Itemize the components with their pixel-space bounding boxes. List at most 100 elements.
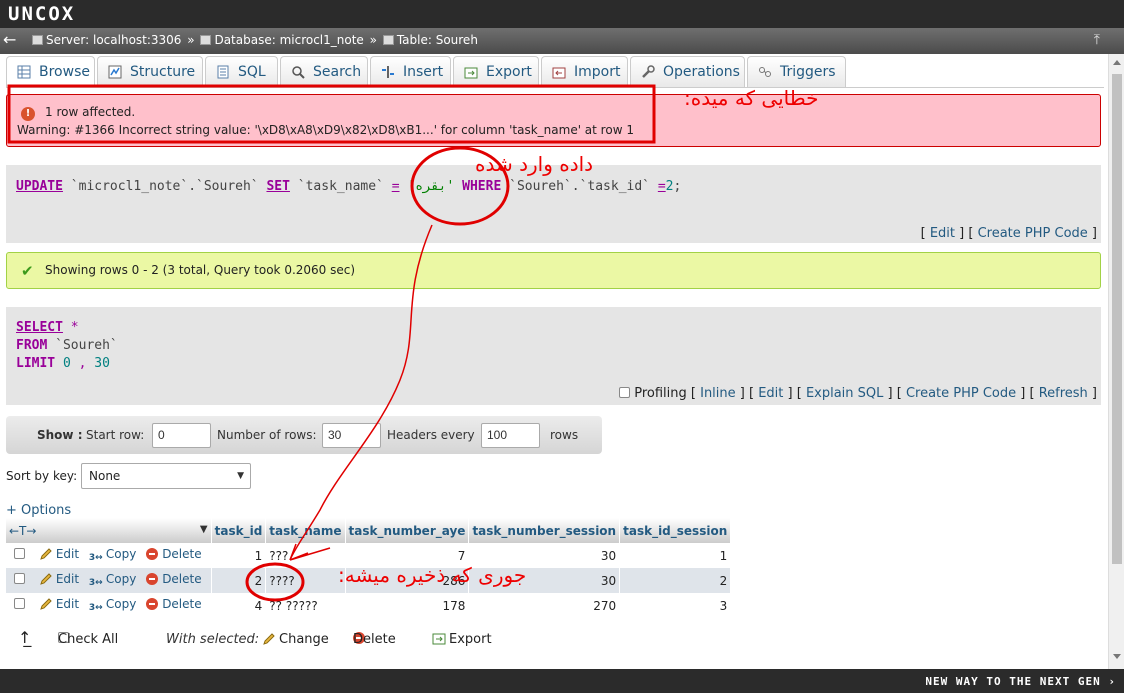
breadcrumb-table[interactable]: Table: Soureh <box>397 33 478 47</box>
delete-row-button[interactable]: Delete <box>146 572 202 586</box>
column-header-task-number-aye[interactable]: task_number_aye <box>345 518 470 543</box>
annotation-error-note: خطایی که میده: <box>684 86 819 110</box>
cell-task-number-aye[interactable]: 178 <box>345 593 470 618</box>
cell-task-id-session[interactable]: 1 <box>619 543 732 568</box>
sort-arrow-icon[interactable]: ▼ <box>200 524 208 535</box>
tab-structure[interactable]: Structure <box>97 56 203 88</box>
column-header-task-number-session[interactable]: task_number_session <box>468 518 621 543</box>
copy-icon: 3↔ <box>88 602 103 613</box>
top-brand-bar: UNCOX <box>0 0 1124 28</box>
check-all-label: Check All <box>58 632 119 647</box>
row-checkbox[interactable] <box>14 547 25 559</box>
edit-link[interactable]: Edit <box>758 386 783 401</box>
cell-task-number-session[interactable]: 270 <box>468 593 621 618</box>
options-link[interactable]: + Options <box>6 503 71 518</box>
create-php-link[interactable]: Create PHP Code <box>906 386 1016 401</box>
copy-row-button[interactable]: 3↔ Copy <box>89 547 136 563</box>
copy-icon: 3↔ <box>88 577 103 588</box>
page-scrollbar[interactable] <box>1108 54 1124 669</box>
bottom-brand-bar: NEW WAY TO THE NEXT GEN › <box>0 669 1124 693</box>
pencil-icon <box>263 633 275 645</box>
edit-row-button[interactable]: Edit <box>39 547 79 561</box>
export-selected-button[interactable]: Export <box>432 632 492 647</box>
refresh-link[interactable]: Refresh <box>1039 386 1088 401</box>
inline-link[interactable]: Inline <box>700 386 736 401</box>
cell-task-id-session[interactable]: 2 <box>619 568 732 593</box>
pencil-icon <box>40 572 52 585</box>
column-header-task-name[interactable]: task_name <box>265 518 346 543</box>
chevron-down-icon: ▼ <box>237 471 244 481</box>
tab-insert[interactable]: Insert <box>370 56 451 88</box>
server-icon <box>32 35 43 45</box>
change-button[interactable]: Change <box>262 632 329 647</box>
edit-query-link[interactable]: Edit <box>930 226 955 241</box>
create-php-code-link[interactable]: Create PHP Code <box>978 226 1088 241</box>
breadcrumb-database[interactable]: Database: microcl1_note <box>214 33 363 47</box>
show-label: Show : <box>37 428 83 442</box>
database-icon <box>200 35 212 45</box>
scroll-up-icon[interactable] <box>1113 60 1121 65</box>
table-nav-header: ←T→ ▼ <box>6 518 212 543</box>
cell-task-id[interactable]: 1 <box>211 543 267 568</box>
tab-browse[interactable]: Browse <box>6 56 95 88</box>
import-icon <box>552 67 566 79</box>
rows-affected-text: 1 row affected. <box>45 105 136 119</box>
cell-task-id[interactable]: 4 <box>211 593 267 618</box>
sort-key-label: Sort by key: <box>6 469 78 483</box>
tagline: NEW WAY TO THE NEXT GEN › <box>925 675 1116 688</box>
tab-export[interactable]: Export <box>453 56 539 88</box>
row-actions: Edit 3↔ Copy Delete <box>6 593 212 618</box>
select-arrow-icon: ↑̲ <box>18 628 32 647</box>
column-nav-arrows-icon[interactable]: ←T→ <box>9 524 36 538</box>
delete-row-button[interactable]: Delete <box>146 547 202 561</box>
cell-task-id-session[interactable]: 3 <box>619 593 732 618</box>
with-selected-label: With selected: <box>166 632 260 647</box>
cell-task-name[interactable]: ??? <box>265 543 346 568</box>
delete-icon <box>146 597 159 610</box>
insert-icon <box>382 66 394 78</box>
check-icon: ✔ <box>21 262 34 280</box>
tab-import[interactable]: Import <box>541 56 628 88</box>
export-icon <box>432 633 446 645</box>
delete-row-button[interactable]: Delete <box>146 597 202 611</box>
back-arrow-icon[interactable]: ← <box>3 30 16 49</box>
table-icon <box>17 65 31 79</box>
row-checkbox[interactable] <box>14 597 25 609</box>
tab-search[interactable]: Search <box>280 56 368 88</box>
delete-icon <box>146 572 159 585</box>
copy-row-button[interactable]: 3↔ Copy <box>89 597 136 613</box>
tab-triggers[interactable]: Triggers <box>747 56 846 88</box>
table-icon <box>382 35 394 45</box>
copy-row-button[interactable]: 3↔ Copy <box>89 572 136 588</box>
table-row: Edit 3↔ Copy Delete 4 ?? ????? 178 270 3 <box>6 593 732 618</box>
pencil-icon <box>40 547 52 560</box>
browser-viewport: ← Server: localhost:3306 » Database: mic… <box>0 28 1124 669</box>
headers-every-input[interactable]: 100 <box>481 423 540 448</box>
number-rows-input[interactable]: 30 <box>322 423 381 448</box>
edit-row-button[interactable]: Edit <box>39 597 79 611</box>
breadcrumb-server[interactable]: Server: localhost:3306 <box>46 33 181 47</box>
sort-key-select[interactable]: None ▼ <box>81 463 251 489</box>
scroll-down-icon[interactable] <box>1113 654 1121 659</box>
column-header-task-id[interactable]: task_id <box>211 518 267 543</box>
cell-task-name[interactable]: ?? ????? <box>265 593 346 618</box>
success-text: Showing rows 0 - 2 (3 total, Query took … <box>45 263 356 277</box>
cell-task-name[interactable]: ???? <box>265 568 346 593</box>
tab-bar: Browse Structure SQL Search Insert Expor… <box>6 56 1108 88</box>
collapse-icon[interactable]: ⤒ <box>1094 32 1100 48</box>
edit-row-button[interactable]: Edit <box>39 572 79 586</box>
profiling-label: Profiling <box>634 386 687 401</box>
tab-operations[interactable]: Operations <box>630 56 745 88</box>
cell-task-id[interactable]: 2 <box>211 568 267 593</box>
rows-label: rows <box>550 428 579 442</box>
tab-sql[interactable]: SQL <box>205 56 278 88</box>
wrench-icon <box>642 65 655 78</box>
explain-sql-link[interactable]: Explain SQL <box>806 386 883 401</box>
column-header-task-id-session[interactable]: task_id_session <box>619 518 732 543</box>
row-checkbox[interactable] <box>14 572 25 584</box>
scroll-thumb[interactable] <box>1112 74 1122 564</box>
start-row-input[interactable]: 0 <box>152 423 211 448</box>
profiling-checkbox[interactable] <box>619 387 631 398</box>
sql-icon <box>217 65 229 79</box>
delete-icon <box>146 547 159 560</box>
